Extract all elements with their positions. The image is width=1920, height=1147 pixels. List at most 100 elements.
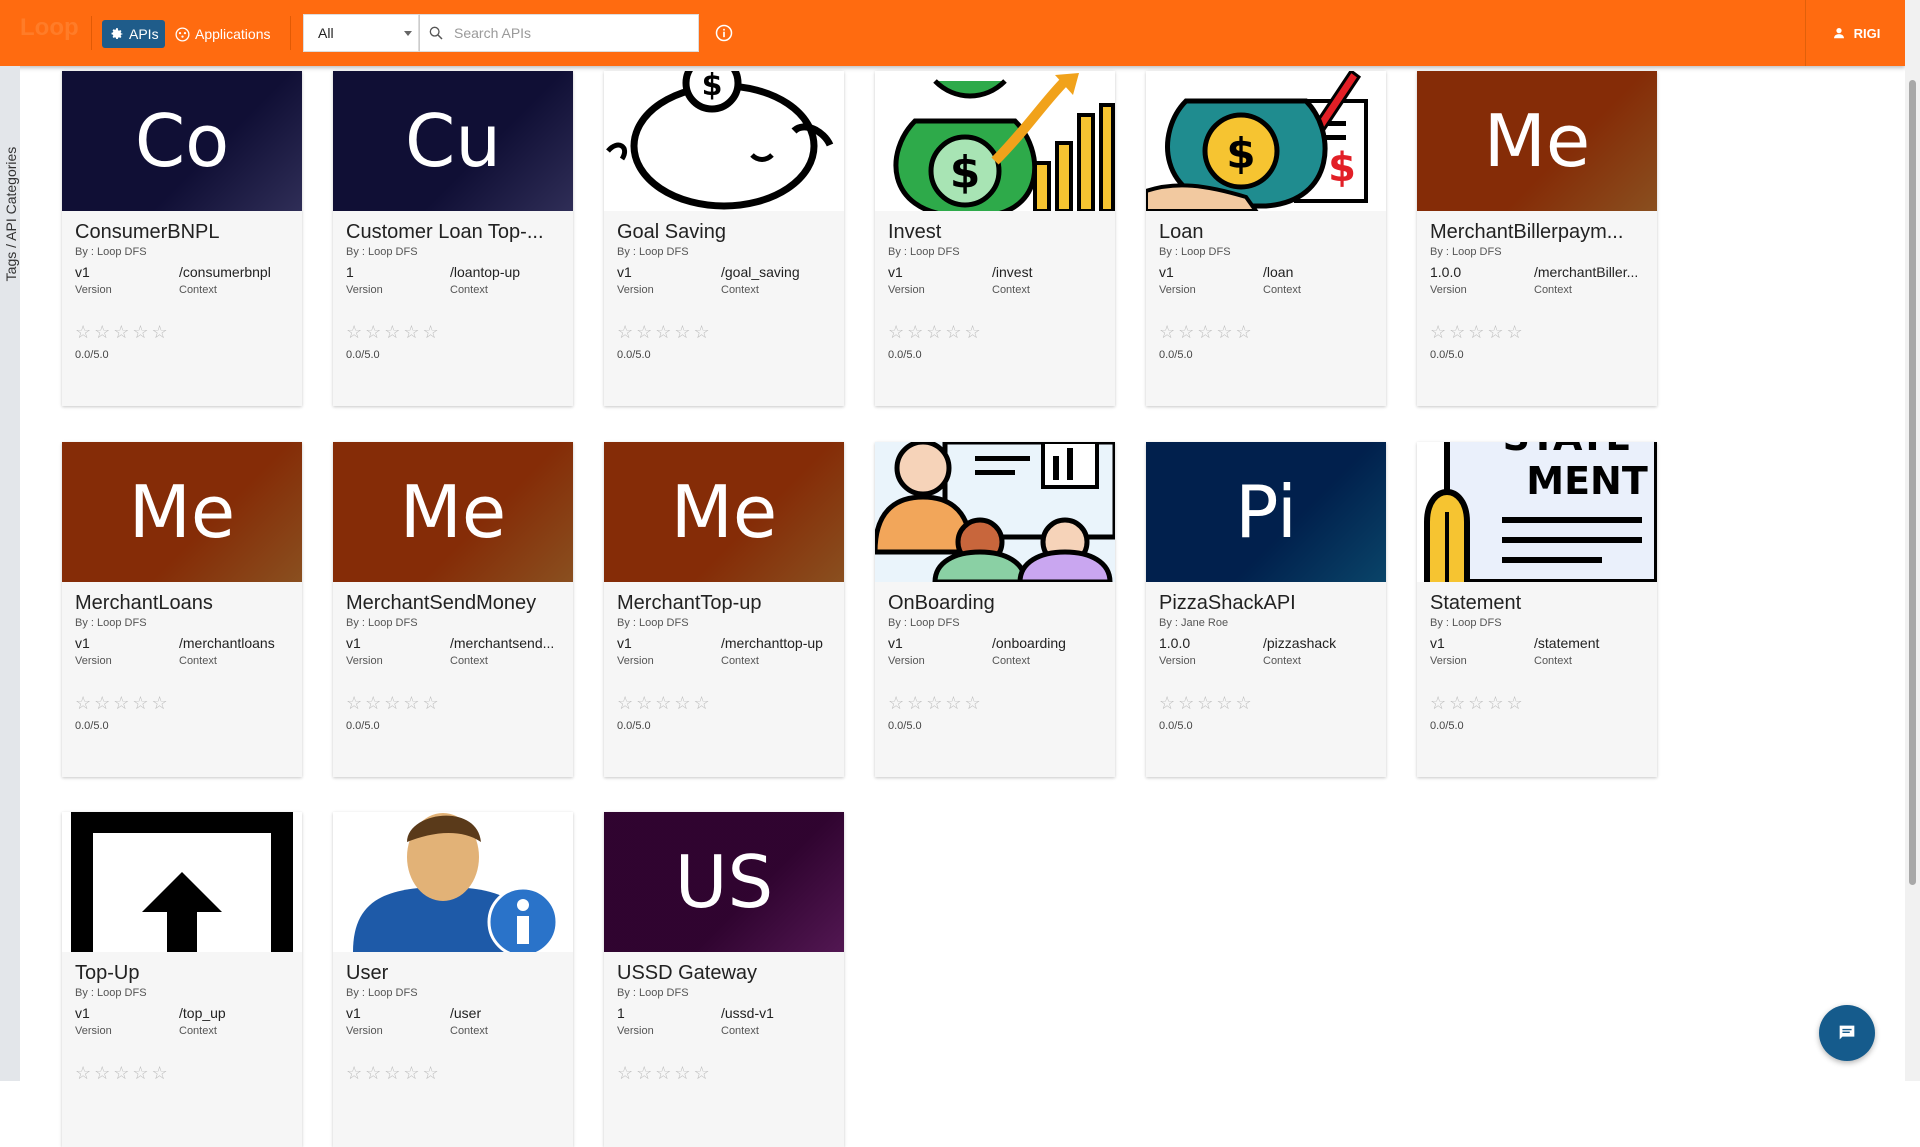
rating-stars[interactable]: ☆☆☆☆☆ — [75, 693, 292, 714]
api-initials: Me — [399, 470, 507, 554]
api-rating: 0.0/5.0 — [617, 720, 651, 732]
api-title[interactable]: MerchantLoans — [75, 592, 292, 615]
version-label: Version — [888, 284, 925, 296]
user-name: RIGI — [1853, 25, 1881, 41]
api-card[interactable]: Pi PizzaShackAPI By : Jane Roe 1.0.0 Version… — [1146, 442, 1386, 777]
api-card[interactable]: Me MerchantSendMoney By : Loop DFS v1 Versio… — [333, 442, 573, 777]
api-card[interactable]: STATEMENT Statement By : Loop DFS v1 Version… — [1417, 442, 1657, 777]
api-version: 1.0.0 — [1159, 635, 1191, 651]
svg-text:$: $ — [1328, 145, 1356, 191]
onboarding-meeting-icon[interactable] — [875, 442, 1115, 582]
api-thumbnail[interactable]: Pi — [1146, 442, 1386, 582]
api-title[interactable]: Customer Loan Top-... — [346, 221, 563, 244]
api-card[interactable]: $ Invest By : Loop DFS v1 Version/invest Cont… — [875, 71, 1115, 406]
context-label: Context — [450, 655, 488, 667]
rating-stars[interactable]: ☆☆☆☆☆ — [1159, 322, 1376, 343]
api-rating: 0.0/5.0 — [346, 349, 380, 361]
api-card[interactable]: Top-Up By : Loop DFS v1 Version/top_up Conte… — [62, 812, 302, 1147]
rating-stars[interactable]: ☆☆☆☆☆ — [1159, 693, 1376, 714]
api-provider: By : Loop DFS — [75, 246, 147, 258]
version-label: Version — [346, 284, 383, 296]
info-icon[interactable] — [714, 23, 734, 43]
chat-button[interactable] — [1819, 1005, 1875, 1061]
api-filter-select[interactable]: All — [303, 14, 419, 52]
api-card[interactable]: Co ConsumerBNPL By : Loop DFS v1 Version/con… — [62, 71, 302, 406]
api-meta: 1 Version/loantop-up Context — [346, 264, 563, 300]
version-label: Version — [75, 655, 112, 667]
rating-stars[interactable]: ☆☆☆☆☆ — [75, 322, 292, 343]
api-context-block: /onboarding Context — [992, 635, 1110, 667]
api-thumbnail[interactable]: Co — [62, 71, 302, 211]
rating-stars[interactable]: ☆☆☆☆☆ — [888, 693, 1105, 714]
nav-applications-button[interactable]: Applications — [168, 20, 277, 48]
api-version: 1.0.0 — [1430, 264, 1462, 280]
api-card[interactable]: $ $ Loan By : Loop DFS v1 Version/loan Context… — [1146, 71, 1386, 406]
api-title[interactable]: Loan — [1159, 221, 1376, 244]
user-info-icon[interactable] — [333, 812, 573, 952]
api-card[interactable]: US USSD Gateway By : Loop DFS 1 Version/ussd… — [604, 812, 844, 1147]
api-title[interactable]: PizzaShackAPI — [1159, 592, 1376, 615]
api-context: /consumerbnpl — [179, 264, 271, 280]
version-label: Version — [617, 284, 654, 296]
api-title[interactable]: Statement — [1430, 592, 1647, 615]
loan-money-bag-icon[interactable]: $ $ — [1146, 71, 1386, 211]
api-title[interactable]: OnBoarding — [888, 592, 1105, 615]
api-card[interactable]: $ Goal Saving By : Loop DFS v1 Version/goal_… — [604, 71, 844, 406]
api-context-block: /loan Context — [1263, 264, 1381, 296]
rating-stars[interactable]: ☆☆☆☆☆ — [888, 322, 1105, 343]
api-title[interactable]: MerchantBillerpaym... — [1430, 221, 1647, 244]
nav-apis-button[interactable]: APIs — [102, 20, 165, 48]
api-title[interactable]: Goal Saving — [617, 221, 834, 244]
api-thumbnail[interactable]: US — [604, 812, 844, 952]
api-thumbnail[interactable]: Me — [604, 442, 844, 582]
api-thumbnail[interactable]: Me — [1417, 71, 1657, 211]
api-meta: 1 Version/ussd-v1 Context — [617, 1005, 834, 1041]
api-rating: 0.0/5.0 — [75, 720, 109, 732]
rating-stars[interactable]: ☆☆☆☆☆ — [346, 322, 563, 343]
api-card[interactable]: User By : Loop DFS v1 Version/user Context ☆☆… — [333, 812, 573, 1147]
api-rating: 0.0/5.0 — [346, 720, 380, 732]
api-thumbnail[interactable]: Me — [333, 442, 573, 582]
api-title[interactable]: User — [346, 962, 563, 985]
rating-stars[interactable]: ☆☆☆☆☆ — [617, 322, 834, 343]
api-provider: By : Loop DFS — [75, 987, 147, 999]
api-version-block: v1 Version — [346, 1005, 383, 1037]
api-thumbnail[interactable]: Me — [62, 442, 302, 582]
context-label: Context — [1263, 284, 1301, 296]
api-provider: By : Loop DFS — [888, 246, 960, 258]
statement-document-icon[interactable]: STATEMENT — [1417, 442, 1657, 582]
logo[interactable]: Loop — [20, 14, 80, 46]
upload-arrow-icon[interactable] — [62, 812, 302, 952]
piggy-bank-icon[interactable]: $ — [604, 71, 844, 211]
rating-stars[interactable]: ☆☆☆☆☆ — [1430, 322, 1647, 343]
api-context: /merchantBiller... — [1534, 264, 1639, 280]
scrollbar[interactable] — [1905, 0, 1920, 1081]
rating-stars[interactable]: ☆☆☆☆☆ — [346, 693, 563, 714]
api-card[interactable]: Me MerchantBillerpaym... By : Loop DFS 1.0.… — [1417, 71, 1657, 406]
api-title[interactable]: ConsumerBNPL — [75, 221, 292, 244]
scrollbar-thumb[interactable] — [1909, 80, 1916, 885]
user-menu[interactable]: RIGI — [1805, 0, 1906, 66]
api-title[interactable]: Top-Up — [75, 962, 292, 985]
api-thumbnail[interactable]: Cu — [333, 71, 573, 211]
api-title[interactable]: Invest — [888, 221, 1105, 244]
rating-stars[interactable]: ☆☆☆☆☆ — [1430, 693, 1647, 714]
tags-categories-tab[interactable]: Tags / API Categories — [0, 66, 20, 1081]
api-card[interactable]: Cu Customer Loan Top-... By : Loop DFS 1 Ver… — [333, 71, 573, 406]
api-meta: v1 Version/merchanttop-up Context — [617, 635, 834, 671]
api-card[interactable]: Me MerchantTop-up By : Loop DFS v1 Version/m… — [604, 442, 844, 777]
api-version: 1 — [617, 1005, 625, 1021]
search-input[interactable] — [452, 24, 676, 42]
nav-applications-label: Applications — [195, 26, 271, 42]
api-card[interactable]: OnBoarding By : Loop DFS v1 Version/onboard… — [875, 442, 1115, 777]
api-title[interactable]: USSD Gateway — [617, 962, 834, 985]
api-card[interactable]: Me MerchantLoans By : Loop DFS v1 Version/me… — [62, 442, 302, 777]
money-bag-growth-icon[interactable]: $ — [875, 71, 1115, 211]
api-version-block: v1 Version — [1430, 635, 1467, 667]
context-label: Context — [450, 1025, 488, 1037]
api-title[interactable]: MerchantTop-up — [617, 592, 834, 615]
api-title[interactable]: MerchantSendMoney — [346, 592, 563, 615]
rating-stars[interactable]: ☆☆☆☆☆ — [617, 693, 834, 714]
user-icon — [1833, 28, 1844, 39]
api-context: /merchantsend... — [450, 635, 555, 651]
